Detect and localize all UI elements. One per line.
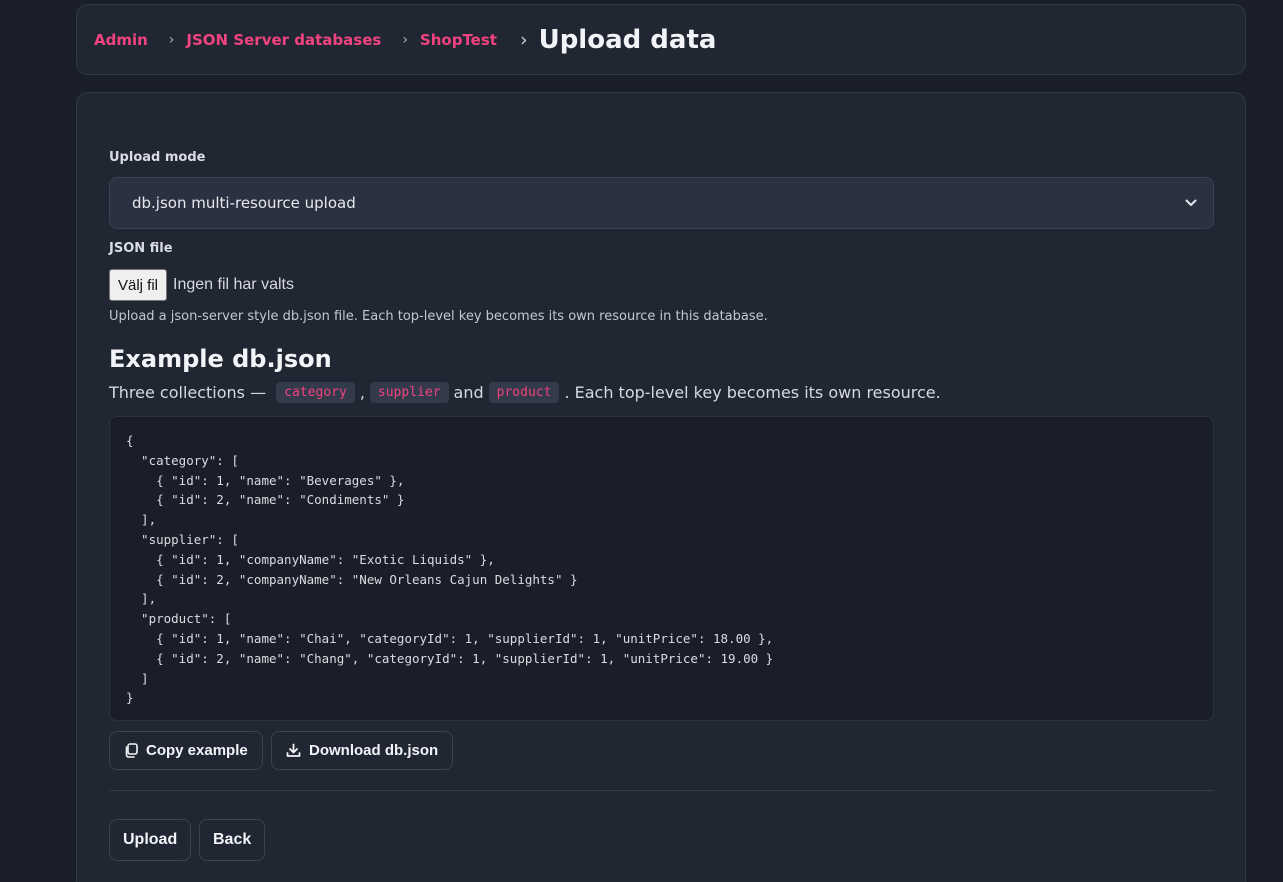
help-text: Upload a json-server style db.json file.… xyxy=(109,309,768,324)
choose-file-button[interactable]: Välj fil xyxy=(109,269,168,301)
page-title: Upload data xyxy=(538,24,717,55)
breadcrumb-json-server-databases[interactable]: JSON Server databases xyxy=(186,31,381,49)
chevron-right-icon: › xyxy=(402,31,408,48)
chip-product: product xyxy=(488,382,560,403)
divider xyxy=(109,790,1214,791)
download-db-json-label: Download db.json xyxy=(309,742,439,759)
desc-prefix: Three collections — xyxy=(109,383,272,402)
copy-example-label: Copy example xyxy=(146,742,248,759)
chip-category: category xyxy=(276,382,355,403)
chip-supplier: supplier xyxy=(369,382,449,403)
breadcrumb: Admin › JSON Server databases › ShopTest… xyxy=(76,4,1246,75)
example-title: Example db.json xyxy=(109,345,332,373)
json-file-label: JSON file xyxy=(109,241,173,256)
download-icon xyxy=(286,743,301,758)
upload-mode-value: db.json multi-resource upload xyxy=(132,194,356,212)
chevron-down-icon xyxy=(1185,196,1197,211)
breadcrumb-admin[interactable]: Admin xyxy=(94,31,148,49)
desc-suffix: . Each top-level key becomes its own res… xyxy=(564,383,941,402)
desc-comma: , xyxy=(359,383,365,402)
example-description: Three collections — category, supplier and… xyxy=(109,382,941,403)
desc-and: and xyxy=(453,383,484,402)
download-db-json-button[interactable]: Download db.json xyxy=(271,731,454,770)
example-code: { "category": [ { "id": 1, "name": "Beve… xyxy=(126,433,774,706)
page: Admin › JSON Server databases › ShopTest… xyxy=(0,0,1283,882)
copy-example-button[interactable]: Copy example xyxy=(109,731,263,770)
upload-mode-select[interactable]: db.json multi-resource upload xyxy=(109,177,1214,229)
back-button[interactable]: Back xyxy=(199,819,266,861)
upload-button[interactable]: Upload xyxy=(109,819,192,861)
file-input: Välj fil Ingen fil har valts xyxy=(109,269,294,301)
copy-icon xyxy=(124,743,138,758)
chevron-right-icon: › xyxy=(168,31,175,48)
breadcrumb-shoptest[interactable]: ShopTest xyxy=(420,31,497,49)
code-block: { "category": [ { "id": 1, "name": "Beve… xyxy=(109,416,1214,721)
chevron-right-icon: › xyxy=(519,28,528,51)
upload-mode-label: Upload mode xyxy=(109,150,206,165)
file-status: Ingen fil har valts xyxy=(173,276,294,293)
upload-form-card: Upload mode db.json multi-resource uploa… xyxy=(76,92,1246,882)
